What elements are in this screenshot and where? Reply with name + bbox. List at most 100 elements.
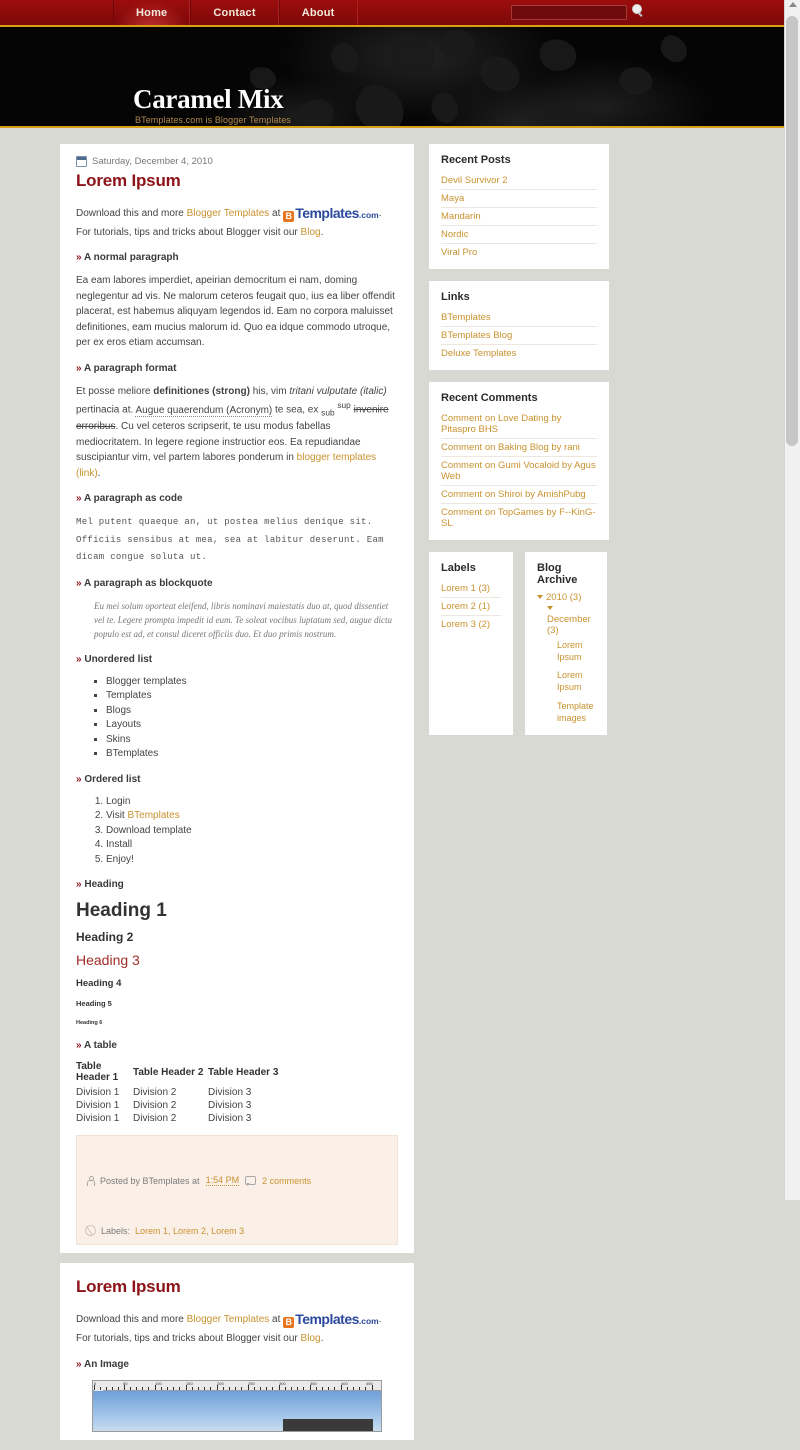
widget-links: Links BTemplates BTemplates Blog Deluxe … — [429, 281, 609, 370]
ruler-tick — [254, 1387, 255, 1390]
recent-post-link[interactable]: Nordic — [441, 229, 468, 240]
nav-item-home[interactable]: Home — [113, 0, 190, 25]
search-icon[interactable] — [631, 4, 647, 20]
tag-icon — [83, 1223, 98, 1238]
post-image[interactable]: 0 50 100 150 200 250 300 350 400 450 — [92, 1380, 382, 1432]
sidebar-link[interactable]: Deluxe Templates — [441, 348, 516, 359]
recent-post-link[interactable]: Maya — [441, 193, 464, 204]
post-footer: Posted by BTemplates at 1:54 PM 2 commen… — [76, 1135, 398, 1245]
table-cell: Division 2 — [133, 1112, 208, 1125]
chevron-icon: » — [76, 654, 82, 665]
comment-link[interactable]: Comment on TopGames by F--KinG-SL — [441, 507, 596, 529]
ruler-label: 250 — [248, 1381, 255, 1386]
ruler-tick — [186, 1385, 187, 1390]
ruler-tick — [179, 1387, 180, 1390]
chevron-down-icon[interactable] — [537, 595, 543, 599]
scroll-up-arrow-icon[interactable] — [789, 2, 797, 7]
fmt-2: his, vim — [250, 386, 289, 397]
post-time[interactable]: 1:54 PM — [206, 1175, 240, 1186]
labels-links[interactable]: Lorem 1, Lorem 2, Lorem 3 — [135, 1226, 244, 1236]
ruler-tick — [353, 1387, 354, 1390]
calendar-icon — [76, 156, 87, 167]
post-title[interactable]: Lorem Ipsum — [76, 171, 398, 191]
chevron-icon: » — [76, 879, 82, 890]
section-heading-normal-paragraph: » A normal paragraph — [76, 252, 398, 263]
recent-post-link[interactable]: Devil Survivor 2 — [441, 175, 508, 186]
label-link[interactable]: Lorem 2 (1) — [441, 601, 490, 612]
main-menu: Home Contact About — [113, 0, 358, 25]
section-heading-unordered-list: » Unordered list — [76, 654, 398, 665]
ruler-label: 100 — [155, 1381, 162, 1386]
list-item: Download template — [106, 824, 398, 839]
ruler-tick — [106, 1387, 107, 1390]
ruler-tick — [192, 1387, 193, 1390]
recent-posts-list: Devil Survivor 2 Maya Mandarin Nordic Vi… — [441, 172, 597, 261]
comment-link[interactable]: Comment on Shiroi by AmishPubg — [441, 489, 586, 500]
intro-text-4: . — [321, 227, 324, 238]
archive-post-link[interactable]: Template images — [557, 697, 595, 727]
post-labels: Labels: Lorem 1, Lorem 2, Lorem 3 — [85, 1225, 244, 1236]
section-heading-an-image: » An Image — [76, 1359, 398, 1370]
ruler-tick — [210, 1387, 211, 1390]
nav-item-contact[interactable]: Contact — [190, 0, 278, 25]
recent-post-link[interactable]: Mandarin — [441, 211, 481, 222]
heading-1: Heading 1 — [76, 900, 398, 922]
comments-link[interactable]: 2 comments — [262, 1176, 311, 1186]
ruler-tick — [347, 1387, 348, 1390]
blockquote-text: Eu mei solum oporteat eleifend, libris n… — [94, 599, 398, 642]
btemplates-logo-domain: .com — [359, 1315, 379, 1328]
ruler-label: 300 — [279, 1381, 286, 1386]
intro-text-1: Download this and more — [76, 208, 187, 219]
blog-link[interactable]: Blog — [301, 227, 321, 238]
blog-post: Lorem Ipsum Download this and more Blogg… — [60, 1263, 414, 1439]
ruler-tick — [341, 1385, 342, 1390]
btemplates-logo-b: B — [283, 211, 294, 222]
comment-link[interactable]: Comment on Gumi Vocaloid by Agus Web — [441, 460, 596, 482]
leaf-decoration-icon — [325, 38, 365, 77]
scrollbar-thumb[interactable] — [786, 16, 798, 446]
widget-title: Blog Archive — [537, 562, 595, 586]
section-heading-ordered-list: » Ordered list — [76, 774, 398, 785]
intro-text-2: at — [269, 208, 283, 219]
list-item: Layouts — [106, 718, 398, 733]
btemplates-logo-domain: .com — [359, 209, 379, 222]
comment-link[interactable]: Comment on Love Dating by Pitaspro BHS — [441, 413, 561, 435]
sidebar-link[interactable]: BTemplates — [441, 312, 491, 323]
fmt-4: te sea, ex — [272, 405, 321, 416]
search-input[interactable] — [511, 5, 627, 20]
ruler-tick — [316, 1387, 317, 1390]
label-link[interactable]: Lorem 1 (3) — [441, 583, 490, 594]
comment-link[interactable]: Comment on Baking Blog by rani — [441, 442, 580, 453]
chevron-icon: » — [76, 578, 82, 589]
leaf-decoration-icon — [537, 36, 578, 74]
archive-post-link[interactable]: Lorem Ipsum — [557, 666, 595, 696]
btemplates-list-link[interactable]: BTemplates — [128, 810, 180, 821]
heading-5: Heading 5 — [76, 999, 398, 1008]
ruler-label: 400 — [341, 1381, 348, 1386]
blogger-templates-link[interactable]: Blogger Templates — [187, 208, 270, 219]
table-cell: Division 3 — [208, 1086, 398, 1099]
chevron-icon: » — [76, 252, 82, 263]
ordered-list: Login Visit BTemplates Download template… — [76, 795, 398, 868]
list-item: Comment on Shiroi by AmishPubg — [441, 486, 597, 504]
blog-link[interactable]: Blog — [301, 1333, 321, 1344]
top-navigation-bar: Home Contact About — [0, 0, 800, 27]
nav-item-about[interactable]: About — [279, 0, 358, 25]
list-item: Visit BTemplates — [106, 809, 398, 824]
fmt-1: Et posse meliore — [76, 386, 153, 397]
archive-post-link[interactable]: Lorem Ipsum — [557, 636, 595, 666]
table-cell: Division 1 — [76, 1112, 133, 1125]
post-title[interactable]: Lorem Ipsum — [76, 1277, 398, 1297]
sidebar-link[interactable]: BTemplates Blog — [441, 330, 512, 341]
heading-3: Heading 3 — [76, 952, 398, 968]
recent-post-link[interactable]: Viral Pro — [441, 247, 477, 258]
archive-year[interactable]: 2010 (3) — [537, 592, 595, 603]
label-link[interactable]: Lorem 3 (2) — [441, 619, 490, 630]
ruler-tick — [279, 1385, 280, 1390]
list-item: Comment on Baking Blog by rani — [441, 439, 597, 457]
blog-title[interactable]: Caramel Mix — [133, 84, 283, 115]
chevron-down-icon[interactable] — [547, 606, 553, 610]
archive-month[interactable]: December (3) — [547, 603, 595, 636]
vertical-scrollbar[interactable] — [784, 0, 800, 1200]
blogger-templates-link[interactable]: Blogger Templates — [187, 1314, 270, 1325]
